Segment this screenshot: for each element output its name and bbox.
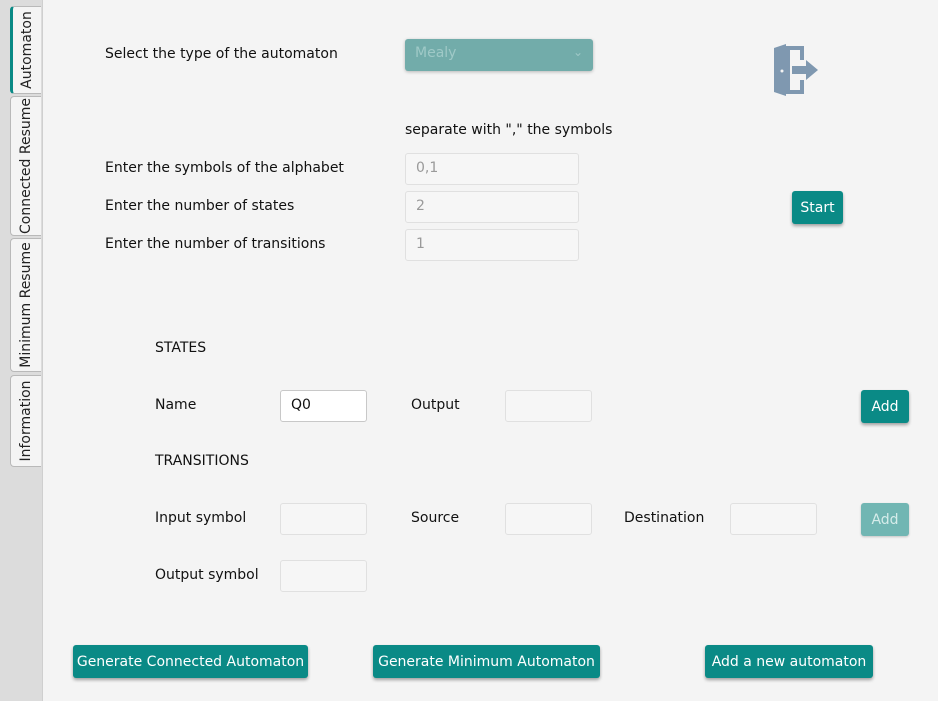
state-name-label: Name (155, 397, 197, 413)
type-label: Select the type of the automaton (105, 46, 338, 62)
alphabet-input[interactable]: 0,1 (405, 153, 579, 185)
tab-automaton[interactable]: Automaton (10, 6, 41, 94)
tab-connected-resume-label: Connected Resume (18, 98, 34, 234)
tab-information[interactable]: Information (10, 375, 41, 467)
add-transition-button[interactable]: Add (861, 503, 909, 536)
add-new-automaton-button[interactable]: Add a new automaton (705, 645, 873, 678)
tab-information-label: Information (18, 380, 34, 462)
state-output-label: Output (411, 397, 460, 413)
output-symbol-label: Output symbol (155, 567, 259, 583)
input-symbol-input[interactable] (280, 503, 367, 535)
destination-label: Destination (624, 510, 705, 526)
state-name-input[interactable]: Q0 (280, 390, 367, 422)
states-count-input[interactable]: 2 (405, 191, 579, 223)
state-output-input[interactable] (505, 390, 592, 422)
tab-bar: Automaton Connected Resume Minimum Resum… (0, 0, 43, 701)
add-state-button[interactable]: Add (861, 390, 909, 423)
input-symbol-label: Input symbol (155, 510, 247, 526)
exit-door-icon[interactable] (772, 42, 820, 98)
generate-minimum-button[interactable]: Generate Minimum Automaton (373, 645, 600, 678)
automaton-type-select[interactable]: Mealy ⌄ (405, 39, 593, 71)
source-label: Source (411, 510, 460, 526)
states-count-label: Enter the number of states (105, 198, 295, 214)
transitions-count-label: Enter the number of transitions (105, 236, 326, 252)
output-symbol-input[interactable] (280, 560, 367, 592)
automaton-type-value: Mealy (415, 45, 457, 61)
alphabet-label: Enter the symbols of the alphabet (105, 160, 344, 176)
tab-connected-resume[interactable]: Connected Resume (10, 96, 41, 236)
tab-minimum-resume[interactable]: Minimum Resume (10, 238, 41, 372)
tab-automaton-label: Automaton (19, 11, 35, 89)
tab-minimum-resume-label: Minimum Resume (18, 242, 34, 368)
transitions-count-input[interactable]: 1 (405, 229, 579, 261)
source-input[interactable] (505, 503, 592, 535)
destination-input[interactable] (730, 503, 817, 535)
start-button[interactable]: Start (792, 191, 843, 224)
separator-hint: separate with "," the symbols (405, 122, 613, 138)
transitions-title: TRANSITIONS (155, 453, 249, 469)
states-title: STATES (155, 340, 207, 356)
generate-connected-button[interactable]: Generate Connected Automaton (73, 645, 308, 678)
chevron-down-icon: ⌄ (572, 45, 583, 59)
